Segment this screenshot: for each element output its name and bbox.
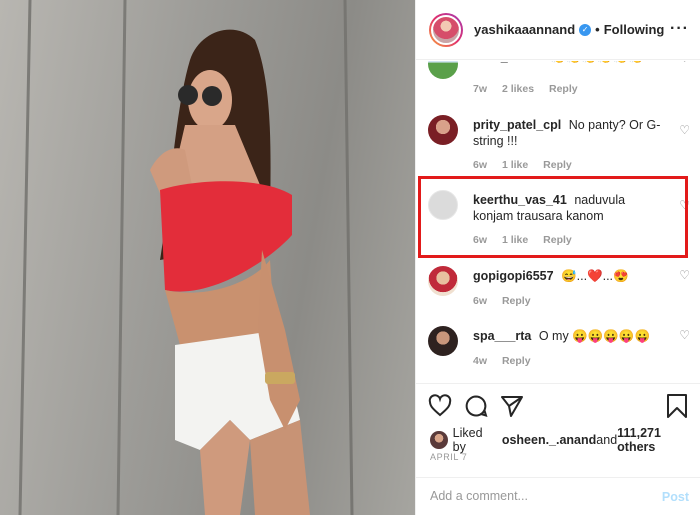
post-photo[interactable] (0, 0, 415, 515)
comment-username[interactable]: spa___rta (473, 329, 531, 343)
liker-username[interactable]: osheen._.anand (502, 433, 596, 447)
share-send-icon[interactable] (500, 394, 524, 418)
add-comment-bar: Post (416, 477, 700, 515)
photo-image (18, 0, 354, 515)
comment-text: 😅...❤️...😍 (561, 269, 629, 283)
comment-likes[interactable]: 2 likes (502, 83, 534, 95)
comment-username[interactable]: prity_patel_cpl (473, 118, 561, 132)
comment-time[interactable]: 7w (473, 83, 487, 95)
comment-item: 8602_akash 👏👏👏👏👏👏 7w 2 likes Reply ♡ (428, 61, 690, 99)
like-heart-icon[interactable] (428, 394, 452, 418)
liker-avatar[interactable] (430, 431, 448, 449)
reply-button[interactable]: Reply (502, 295, 531, 307)
heart-icon[interactable]: ♡ (679, 61, 690, 65)
comment-username[interactable]: keerthu_vas_41 (473, 193, 567, 207)
comment-item: prity_patel_cpl No panty? Or G-string !!… (428, 115, 690, 175)
comment-username[interactable]: gopigopi6557 (473, 269, 554, 283)
comment-username[interactable]: 8602_akash (473, 61, 543, 64)
post-button[interactable]: Post (662, 490, 689, 504)
comment-item: gopigopi6557 😅...❤️...😍 6w Reply ♡ (428, 266, 690, 316)
verified-badge-icon: ✓ (579, 23, 592, 36)
heart-icon[interactable]: ♡ (679, 328, 690, 342)
likes-count[interactable]: 111,271 others (617, 426, 700, 454)
header-separator: • (595, 22, 600, 37)
heart-icon[interactable]: ♡ (679, 123, 690, 137)
comment-likes[interactable]: 1 like (502, 159, 528, 171)
post-header: yashikaaannand ✓ • Following ··· (416, 0, 700, 60)
comment-time[interactable]: 6w (473, 159, 487, 171)
comment-input[interactable] (430, 489, 630, 503)
header-username[interactable]: yashikaaannand (474, 22, 575, 37)
profile-avatar[interactable] (429, 12, 463, 47)
reply-button[interactable]: Reply (543, 159, 572, 171)
more-options-icon[interactable]: ··· (670, 20, 689, 38)
reply-button[interactable]: Reply (549, 83, 578, 95)
bookmark-icon[interactable] (666, 394, 688, 418)
comment-item-highlighted: keerthu_vas_41 naduvula konjam trausara … (428, 190, 690, 250)
post-actions: Liked by osheen._.anand and 111,271 othe… (416, 383, 700, 515)
post-sidebar: yashikaaannand ✓ • Following ··· 8602_ak… (415, 0, 700, 515)
comment-avatar[interactable] (428, 326, 458, 356)
comment-avatar[interactable] (428, 61, 458, 79)
comment-item: spa___rta O my 😛😛😛😛😛 4w Reply ♡ (428, 326, 690, 376)
heart-icon[interactable]: ♡ (679, 268, 690, 282)
comment-avatar[interactable] (428, 115, 458, 145)
likes-summary: Liked by osheen._.anand and 111,271 othe… (430, 426, 700, 454)
comment-text: O my 😛😛😛😛😛 (538, 329, 651, 343)
comment-list[interactable]: 8602_akash 👏👏👏👏👏👏 7w 2 likes Reply ♡ pri… (416, 61, 700, 383)
comment-likes[interactable]: 1 like (502, 234, 528, 246)
comment-avatar[interactable] (428, 190, 458, 220)
comment-time[interactable]: 4w (473, 355, 487, 367)
likes-mid: and (596, 433, 618, 447)
reply-button[interactable]: Reply (502, 355, 531, 367)
post-date[interactable]: APRIL 7 (430, 452, 467, 462)
comment-bubble-icon[interactable] (464, 394, 488, 418)
likes-prefix: Liked by (452, 426, 483, 454)
following-button[interactable]: Following (604, 22, 665, 37)
reply-button[interactable]: Reply (543, 234, 572, 246)
heart-icon[interactable]: ♡ (679, 198, 690, 212)
comment-time[interactable]: 6w (473, 295, 487, 307)
comment-text: 👏👏👏👏👏👏 (551, 61, 644, 64)
comment-time[interactable]: 6w (473, 234, 487, 246)
comment-avatar[interactable] (428, 266, 458, 296)
